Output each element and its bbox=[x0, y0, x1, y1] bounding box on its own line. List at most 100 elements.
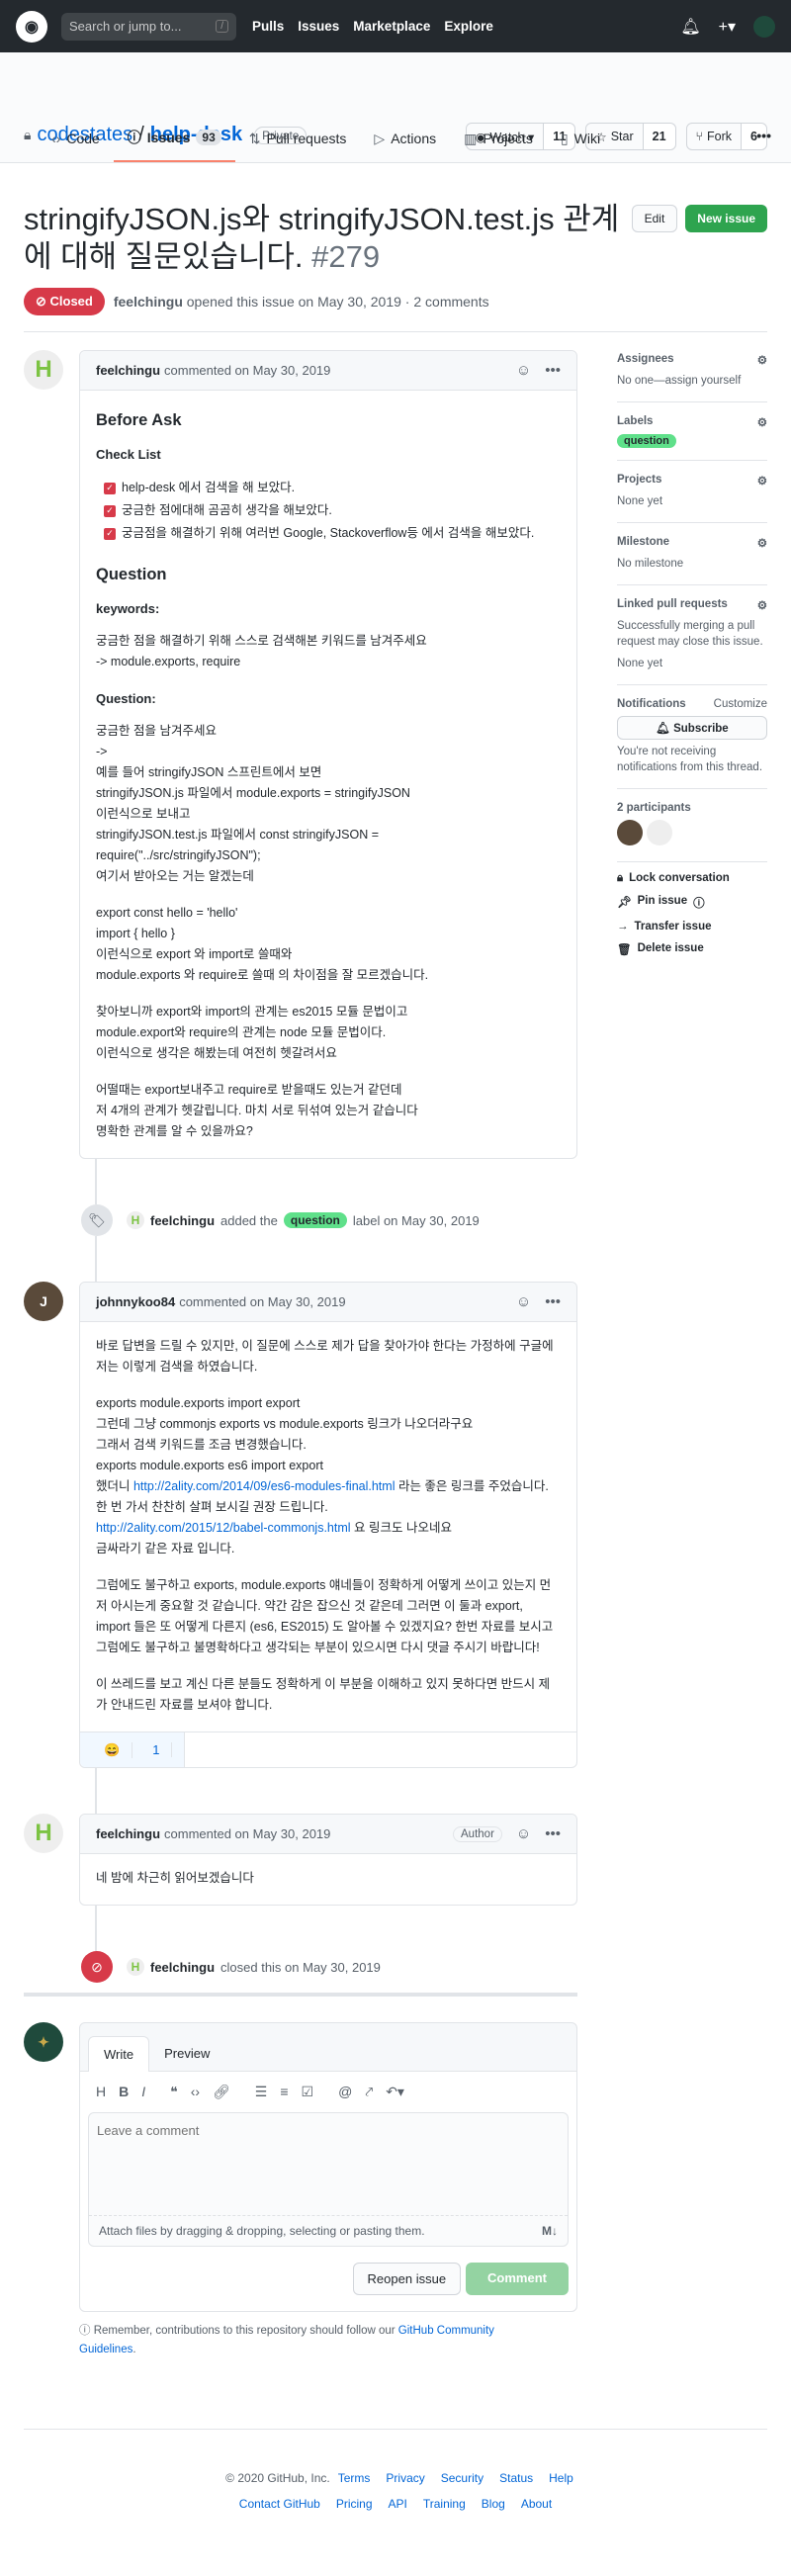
saved-replies-icon[interactable]: ↶▾ bbox=[386, 2084, 404, 2100]
checklist-text: 궁금한 점에대해 곰곰히 생각을 해보았다. bbox=[122, 503, 332, 517]
heading-icon[interactable]: H bbox=[96, 2084, 106, 2100]
task-list-icon[interactable]: ☑ bbox=[302, 2084, 314, 2100]
comment-author[interactable]: johnnykoo84 bbox=[96, 1294, 175, 1309]
event-actor[interactable]: feelchingu bbox=[150, 1960, 215, 1975]
comment-button[interactable]: Comment bbox=[466, 2263, 569, 2295]
code-icon[interactable]: ‹› bbox=[191, 2084, 200, 2100]
quote-icon[interactable]: ❝ bbox=[170, 2084, 178, 2100]
comment-textarea[interactable] bbox=[89, 2113, 568, 2212]
projects-heading: Projects bbox=[617, 474, 662, 486]
comment-timestamp[interactable]: commented on May 30, 2019 bbox=[179, 1294, 345, 1309]
footer-link-contact[interactable]: Contact GitHub bbox=[239, 2497, 320, 2511]
avatar[interactable]: H bbox=[127, 1958, 144, 1976]
more-options-icon[interactable]: ••• bbox=[545, 1825, 561, 1842]
italic-icon[interactable]: I bbox=[141, 2084, 145, 2100]
comment-author[interactable]: feelchingu bbox=[96, 363, 160, 378]
avatar[interactable]: H bbox=[24, 350, 63, 390]
assign-yourself-link[interactable]: No one—assign yourself bbox=[617, 373, 767, 389]
avatar[interactable]: J bbox=[24, 1282, 63, 1321]
tab-write[interactable]: Write bbox=[88, 2036, 150, 2072]
new-issue-button[interactable]: New issue bbox=[685, 205, 767, 232]
notifications-bell-icon[interactable]: 🔔︎ bbox=[680, 17, 700, 37]
footer-link-api[interactable]: API bbox=[389, 2497, 407, 2511]
tab-projects[interactable]: ▥ Projects bbox=[450, 128, 547, 162]
participant-avatar[interactable] bbox=[617, 820, 643, 845]
subscribe-button[interactable]: 🔔︎ Subscribe bbox=[617, 716, 767, 740]
more-options-icon[interactable]: ••• bbox=[545, 362, 561, 379]
footer-link-pricing[interactable]: Pricing bbox=[336, 2497, 373, 2511]
footer-link-privacy[interactable]: Privacy bbox=[386, 2471, 424, 2485]
gear-icon[interactable]: ⚙ bbox=[757, 415, 767, 429]
external-link[interactable]: http://2ality.com/2014/09/es6-modules-fi… bbox=[133, 1479, 395, 1493]
search-input[interactable]: Search or jump to... / bbox=[61, 12, 236, 41]
gear-icon[interactable]: ⚙ bbox=[757, 598, 767, 612]
transfer-issue-button[interactable]: → Transfer issue bbox=[617, 921, 767, 933]
comment-timestamp[interactable]: commented on May 30, 2019 bbox=[164, 363, 330, 378]
more-tabs-icon[interactable]: ••• bbox=[756, 128, 771, 162]
participant-avatar[interactable] bbox=[647, 820, 672, 845]
reopen-issue-button[interactable]: Reopen issue bbox=[352, 2263, 462, 2295]
emoji-reaction-icon[interactable]: ☺ bbox=[516, 1825, 531, 1842]
nav-explore[interactable]: Explore bbox=[444, 19, 493, 34]
customize-link[interactable]: Customize bbox=[714, 698, 767, 710]
checkbox-checked[interactable]: ✓ bbox=[104, 482, 116, 494]
avatar[interactable]: H bbox=[24, 1814, 63, 1853]
link-icon[interactable]: 🔗︎ bbox=[213, 2084, 230, 2100]
comment-body: 바로 답변을 드릴 수 있지만, 이 질문에 스스로 제가 답을 찾아가야 한다… bbox=[80, 1322, 576, 1732]
tab-preview[interactable]: Preview bbox=[149, 2036, 224, 2071]
event-text: label on May 30, 2019 bbox=[352, 1212, 480, 1228]
info-icon[interactable]: ⓘ bbox=[693, 895, 705, 911]
footer-link-security[interactable]: Security bbox=[441, 2471, 483, 2485]
text-line: 찾아보니까 export와 import의 관계는 es2015 모듈 문법이고 bbox=[96, 1005, 408, 1019]
user-avatar-menu[interactable] bbox=[753, 15, 775, 38]
text-line: 그럼에도 불구하고 exports, module.exports 얘네들이 정… bbox=[96, 1578, 554, 1654]
avatar[interactable]: ✦ bbox=[24, 2022, 63, 2062]
external-link[interactable]: http://2ality.com/2015/12/babel-commonjs… bbox=[96, 1521, 351, 1535]
event-actor[interactable]: feelchingu bbox=[150, 1213, 215, 1228]
tab-wiki[interactable]: ▯ Wiki bbox=[547, 128, 614, 162]
gear-icon[interactable]: ⚙ bbox=[757, 536, 767, 550]
tag-icon: 🏷︎ bbox=[81, 1204, 113, 1236]
footer-link-terms[interactable]: Terms bbox=[338, 2471, 371, 2485]
reaction-button[interactable]: 😄 1 bbox=[80, 1732, 186, 1767]
bold-icon[interactable]: B bbox=[119, 2084, 129, 2100]
footer-link-blog[interactable]: Blog bbox=[482, 2497, 505, 2511]
tab-issues[interactable]: ⓘ Issues 93 bbox=[113, 128, 235, 162]
more-options-icon[interactable]: ••• bbox=[545, 1293, 561, 1310]
numbered-list-icon[interactable]: ≡ bbox=[280, 2084, 288, 2100]
tab-actions[interactable]: ▷ Actions bbox=[360, 128, 450, 162]
pin-issue-button[interactable]: 📌︎ Pin issue ⓘ bbox=[617, 895, 767, 911]
comment-author[interactable]: feelchingu bbox=[96, 1826, 160, 1841]
gear-icon[interactable]: ⚙ bbox=[757, 474, 767, 488]
footer-link-training[interactable]: Training bbox=[423, 2497, 466, 2511]
nav-issues[interactable]: Issues bbox=[298, 19, 339, 34]
nav-marketplace[interactable]: Marketplace bbox=[353, 19, 430, 34]
comment-timestamp[interactable]: commented on May 30, 2019 bbox=[164, 1826, 330, 1841]
avatar[interactable]: H bbox=[127, 1211, 144, 1229]
attach-files-hint[interactable]: Attach files by dragging & dropping, sel… bbox=[99, 2224, 425, 2238]
delete-issue-button[interactable]: 🗑︎ Delete issue bbox=[617, 942, 767, 956]
gear-icon[interactable]: ⚙ bbox=[757, 353, 767, 367]
tab-pull-requests[interactable]: ⇅ Pull requests bbox=[235, 128, 361, 162]
checkbox-checked[interactable]: ✓ bbox=[104, 527, 116, 540]
footer-link-help[interactable]: Help bbox=[549, 2471, 573, 2485]
label-question[interactable]: question bbox=[283, 1212, 347, 1228]
markdown-icon[interactable]: M↓ bbox=[542, 2224, 558, 2238]
edit-title-button[interactable]: Edit bbox=[631, 205, 678, 232]
tab-label: Code bbox=[66, 131, 100, 146]
emoji-reaction-icon[interactable]: ☺ bbox=[516, 1293, 531, 1310]
label-question[interactable]: question bbox=[617, 434, 676, 448]
nav-pulls[interactable]: Pulls bbox=[252, 19, 284, 34]
bulleted-list-icon[interactable]: ☰ bbox=[255, 2084, 268, 2100]
github-logo-icon[interactable]: ◉ bbox=[16, 10, 47, 43]
mention-icon[interactable]: @ bbox=[338, 2084, 352, 2100]
create-new-dropdown[interactable]: +▾ bbox=[719, 17, 736, 37]
issue-author-link[interactable]: feelchingu bbox=[114, 294, 183, 310]
tab-code[interactable]: ‹› Code bbox=[38, 128, 114, 162]
checkbox-checked[interactable]: ✓ bbox=[104, 504, 116, 517]
footer-link-about[interactable]: About bbox=[521, 2497, 552, 2511]
footer-link-status[interactable]: Status bbox=[499, 2471, 533, 2485]
emoji-reaction-icon[interactable]: ☺ bbox=[516, 362, 531, 379]
lock-conversation-button[interactable]: 🔒︎ Lock conversation bbox=[617, 872, 767, 885]
cross-reference-icon[interactable]: ⤤ bbox=[365, 2084, 373, 2100]
